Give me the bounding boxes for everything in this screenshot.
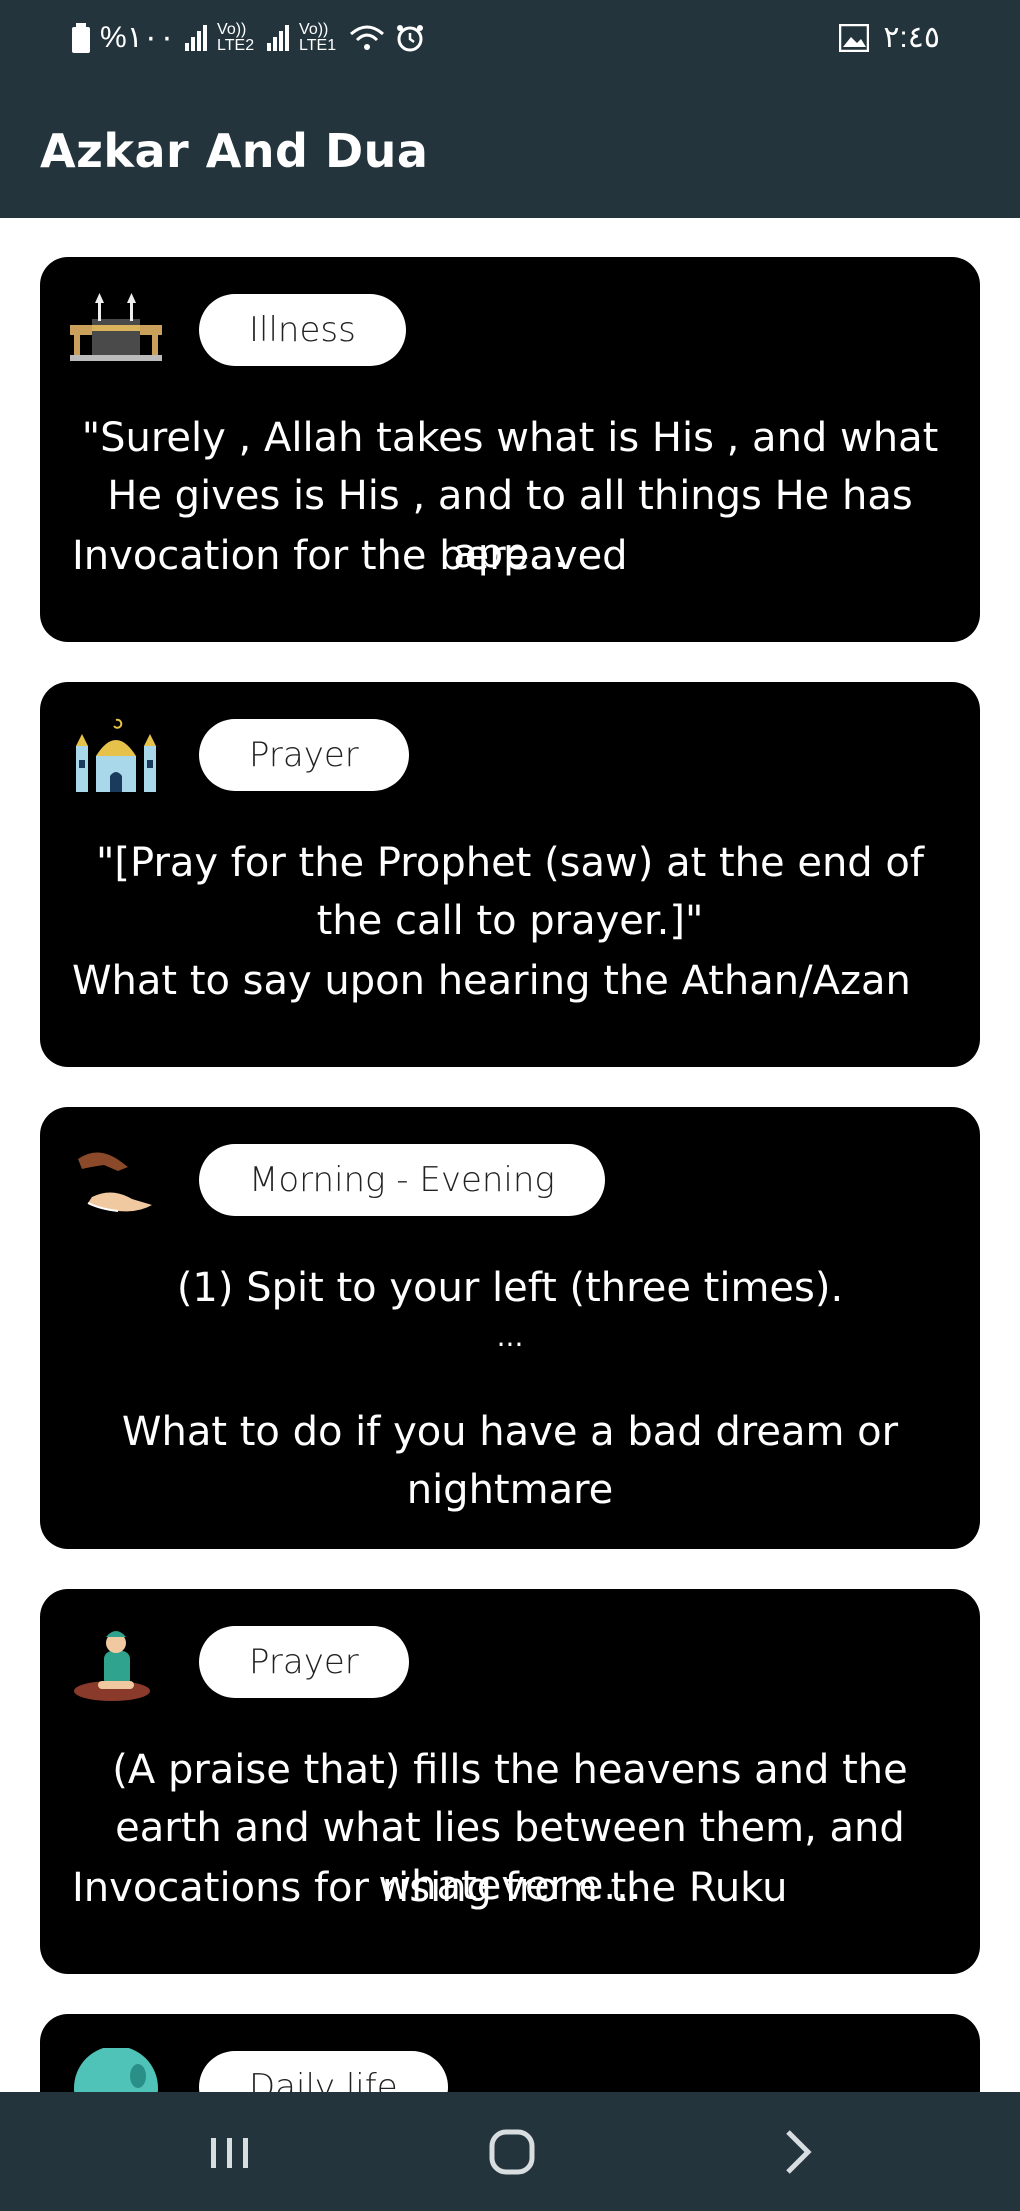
dua-quote: "[Pray for the Prophet (saw) at the end … [96,840,924,944]
category-chip[interactable]: Illness [199,294,406,366]
status-bar: %١٠٠ Vo)) LTE2 Vo)) LTE1 ٢:٤٥ [0,0,1020,84]
dua-quote: (1) Spit to your left (three times). [176,1265,844,1311]
home-icon[interactable] [478,2122,548,2182]
status-right: ٢:٤٥ [839,20,940,55]
clock: ٢:٤٥ [883,21,940,54]
person-praying-icon [68,1623,164,1703]
dua-card[interactable]: Prayer (A praise that) fills the heavens… [40,1589,980,1974]
dua-card[interactable]: Prayer "[Pray for the Prophet (saw) at t… [40,682,980,1067]
mosque-icon [68,716,164,796]
category-chip[interactable]: Daily life [199,2051,448,2092]
dua-title: What to do if you have a bad dream or ni… [121,1409,899,1513]
dua-quote-more: ... [496,1320,524,1353]
kaaba-icon [68,291,164,371]
network-label-2: Vo)) LTE1 [299,20,337,54]
dua-title: Invocation for the bereaved [72,533,628,579]
app-bar: Azkar And Dua [0,84,1020,218]
dua-card[interactable]: Daily life [40,2014,980,2092]
system-nav-bar [0,2092,1020,2211]
battery-icon [72,22,90,53]
category-chip[interactable]: Morning - Evening [199,1144,605,1216]
signal-icon-1 [185,24,208,51]
dua-card[interactable]: Morning - Evening (1) Spit to your left … [40,1107,980,1549]
dua-list[interactable]: Illness "Surely , Allah takes what is Hi… [0,218,1020,2092]
praying-hands-icon [68,1141,164,1221]
dua-title: Invocations for rising from the Ruku [72,1865,788,1911]
signal-icon-2 [267,24,290,51]
recents-icon[interactable] [195,2122,265,2182]
network-label-1: Vo)) LTE2 [217,20,255,54]
status-left: %١٠٠ Vo)) LTE2 Vo)) LTE1 [72,20,425,55]
dua-card[interactable]: Illness "Surely , Allah takes what is Hi… [40,257,980,642]
wifi-icon [350,25,385,50]
gallery-icon [839,23,870,52]
dua-title: What to say upon hearing the Athan/Azan [72,958,911,1004]
page-title: Azkar And Dua [40,124,429,178]
alarm-icon [397,24,424,51]
daily-life-icon [68,2046,164,2092]
category-chip[interactable]: Prayer [199,719,409,791]
back-chevron-icon[interactable] [762,2122,832,2182]
category-chip[interactable]: Prayer [199,1626,409,1698]
battery-percent: %١٠٠ [100,21,176,54]
